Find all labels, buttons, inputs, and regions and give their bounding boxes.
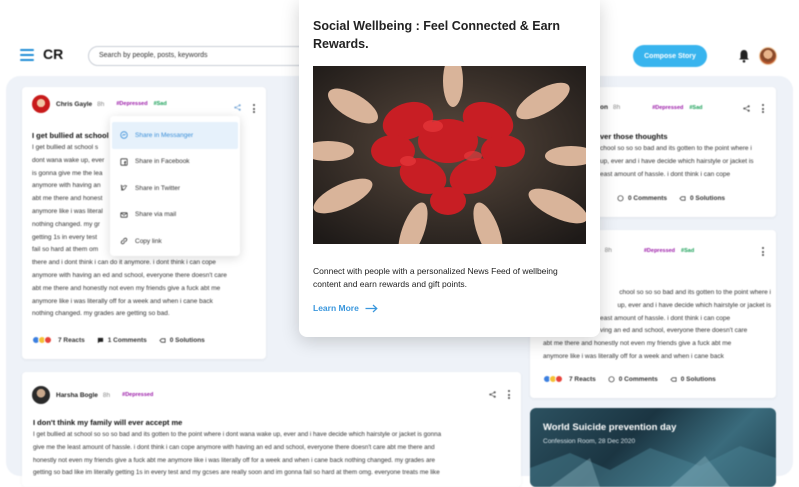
- modal-description: Connect with people with a personalized …: [313, 266, 558, 289]
- author-avatar[interactable]: [32, 95, 50, 113]
- share-facebook-item[interactable]: Share in Facebook: [110, 149, 240, 176]
- solutions-button[interactable]: 0 Solutions: [679, 195, 725, 202]
- facebook-icon: [120, 158, 128, 166]
- tag[interactable]: #Depressed: [652, 105, 683, 111]
- event-title: World Suicide prevention day: [543, 422, 677, 433]
- solutions-button[interactable]: 0 Solutions: [670, 376, 716, 383]
- event-image: [530, 446, 776, 487]
- more-vertical-icon[interactable]: [508, 390, 511, 399]
- more-vertical-icon[interactable]: [762, 247, 765, 256]
- more-vertical-icon[interactable]: [253, 104, 256, 113]
- share-icon[interactable]: [489, 391, 496, 398]
- share-icon[interactable]: [234, 104, 241, 111]
- copy-link-item[interactable]: Copy link: [110, 228, 240, 255]
- reacts-button[interactable]: 7 Reacts: [32, 336, 85, 344]
- comment-icon: [617, 195, 624, 202]
- comments-button[interactable]: 0 Comments: [617, 195, 667, 202]
- modal-image: [313, 66, 586, 244]
- learn-more-link[interactable]: Learn More: [313, 303, 378, 313]
- user-avatar[interactable]: [759, 47, 777, 65]
- post-card: Harsha Bogle 8h #Depressed I don't think…: [22, 372, 521, 487]
- share-menu: Share in Messanger Share in Facebook Sha…: [110, 116, 240, 256]
- author-avatar[interactable]: [32, 386, 50, 404]
- reacts-button[interactable]: 7 Reacts: [543, 375, 596, 383]
- post-time: 8h: [604, 247, 612, 254]
- tag[interactable]: #Sad: [681, 248, 694, 254]
- share-twitter-item[interactable]: Share in Twitter: [110, 175, 240, 202]
- arrow-right-icon: [365, 304, 378, 312]
- solution-icon: [679, 196, 686, 201]
- feature-modal: Social Wellbeing : Feel Connected & Earn…: [299, 0, 600, 337]
- more-vertical-icon[interactable]: [762, 104, 765, 113]
- author-name[interactable]: Chris Gayle: [56, 101, 92, 108]
- compose-story-button[interactable]: Compose Story: [633, 45, 707, 67]
- mail-icon: [120, 212, 128, 218]
- post-body: chool so so so bad and its gotten to the…: [600, 145, 754, 178]
- tag[interactable]: #Depressed: [116, 101, 147, 107]
- post-title[interactable]: I get bullied at school: [32, 131, 109, 140]
- search-input[interactable]: Search by people, posts, keywords: [88, 46, 318, 66]
- modal-title: Social Wellbeing : Feel Connected & Earn…: [313, 19, 561, 51]
- twitter-icon: [120, 184, 128, 191]
- share-messenger-item[interactable]: Share in Messanger: [112, 122, 238, 149]
- tag[interactable]: #Depressed: [122, 392, 153, 398]
- tag[interactable]: #Depressed: [644, 248, 675, 254]
- comments-button[interactable]: 1 Comments: [97, 337, 147, 344]
- menu-icon[interactable]: [20, 49, 34, 61]
- bell-icon[interactable]: [738, 49, 750, 63]
- comment-icon: [97, 337, 103, 343]
- solutions-button[interactable]: 0 Solutions: [159, 337, 205, 344]
- tag[interactable]: #Sad: [154, 101, 167, 107]
- tag[interactable]: #Sad: [689, 105, 702, 111]
- comments-button[interactable]: 0 Comments: [608, 376, 658, 383]
- post-time: 8h: [102, 391, 111, 399]
- painted-hands-image: [313, 66, 586, 244]
- reaction-icons: [32, 336, 52, 344]
- post-footer: 7 Reacts 0 Comments 0 Solutions: [543, 375, 728, 383]
- author-name[interactable]: Harsha Bogle: [56, 392, 98, 399]
- solution-icon: [670, 376, 677, 382]
- post-time: 8h: [97, 100, 105, 108]
- post-time: 8h: [612, 104, 621, 111]
- event-subtitle: Confession Room, 28 Dec 2020: [543, 438, 636, 445]
- reaction-icons: [543, 375, 563, 383]
- event-card[interactable]: World Suicide prevention day Confession …: [530, 408, 776, 487]
- solution-icon: [159, 337, 166, 343]
- share-mail-item[interactable]: Share via mail: [110, 202, 240, 229]
- app-logo[interactable]: CR: [43, 46, 63, 62]
- share-icon[interactable]: [743, 105, 750, 112]
- post-title[interactable]: ver those thoughts: [600, 132, 668, 141]
- link-icon: [120, 238, 128, 245]
- post-body: I get bullied at school so so so bad and…: [33, 431, 442, 477]
- post-title[interactable]: I don't think my family will ever accept…: [33, 418, 182, 427]
- post-footer: 7 Reacts 1 Comments 0 Solutions: [32, 336, 217, 344]
- author-name[interactable]: on: [600, 104, 608, 111]
- messenger-icon: [120, 131, 128, 139]
- post-footer: 0 Comments 0 Solutions: [617, 195, 737, 202]
- comment-icon: [608, 375, 615, 382]
